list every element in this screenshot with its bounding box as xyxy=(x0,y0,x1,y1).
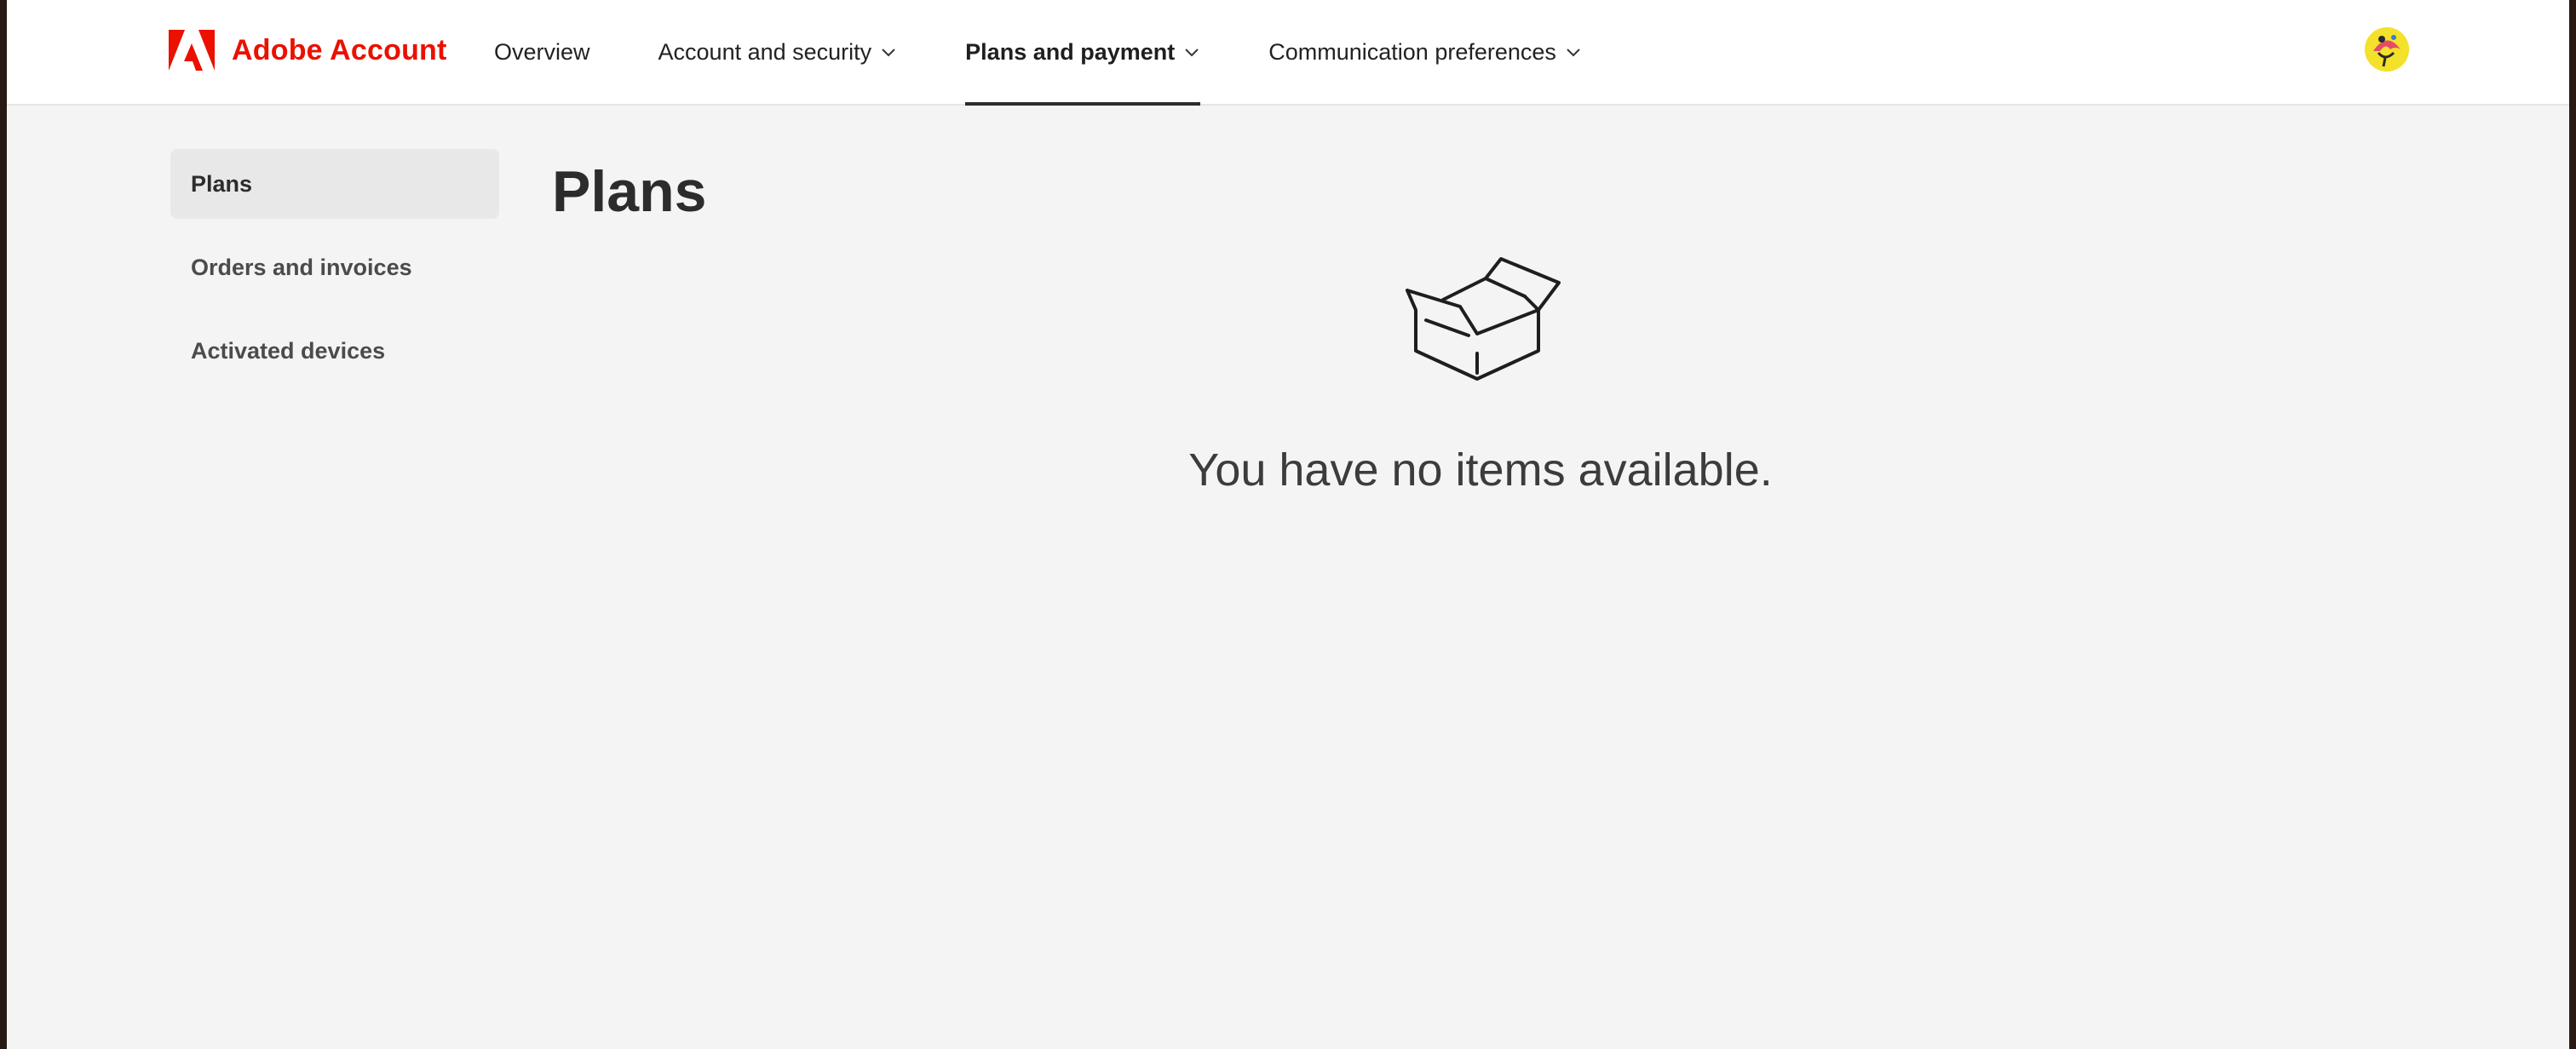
sidebar-item-plans[interactable]: Plans xyxy=(170,149,499,219)
sidebar-item-plans-label: Plans xyxy=(191,170,253,197)
page-title: Plans xyxy=(552,159,707,224)
chevron-down-icon xyxy=(1567,49,1580,57)
nav-communication-preferences[interactable]: Communication preferences xyxy=(1268,0,1582,104)
nav-account-and-security-label: Account and security xyxy=(658,38,872,65)
chevron-down-icon xyxy=(882,49,895,57)
nav-overview-label: Overview xyxy=(494,38,590,65)
nav-plans-and-payment[interactable]: Plans and payment xyxy=(965,0,1201,106)
browser-viewport: Adobe Account Overview Account and secur… xyxy=(7,0,2569,1049)
sidebar-item-activated-devices[interactable]: Activated devices xyxy=(170,316,499,386)
adobe-logo-icon xyxy=(169,30,215,71)
sidebar-item-activated-devices-label: Activated devices xyxy=(191,337,386,364)
chevron-down-icon xyxy=(1185,49,1199,57)
primary-nav: Overview Account and security Plans and … xyxy=(494,0,1650,106)
sidebar-item-orders-and-invoices-label: Orders and invoices xyxy=(191,254,412,280)
plans-sidebar: Plans Orders and invoices Activated devi… xyxy=(170,149,499,399)
user-avatar[interactable] xyxy=(2365,27,2409,72)
nav-plans-and-payment-label: Plans and payment xyxy=(965,38,1176,65)
brand-name: Adobe Account xyxy=(232,33,447,66)
nav-communication-preferences-label: Communication preferences xyxy=(1268,38,1556,65)
adobe-account-home-link[interactable]: Adobe Account xyxy=(169,29,447,72)
open-box-icon xyxy=(1406,257,1561,381)
nav-overview[interactable]: Overview xyxy=(494,0,590,104)
nav-account-and-security[interactable]: Account and security xyxy=(658,0,898,104)
top-navigation-bar: Adobe Account Overview Account and secur… xyxy=(7,0,2569,106)
avatar-illustration xyxy=(2365,27,2409,72)
empty-state-message: You have no items available. xyxy=(1188,444,1773,496)
sidebar-item-orders-and-invoices[interactable]: Orders and invoices xyxy=(170,232,499,302)
